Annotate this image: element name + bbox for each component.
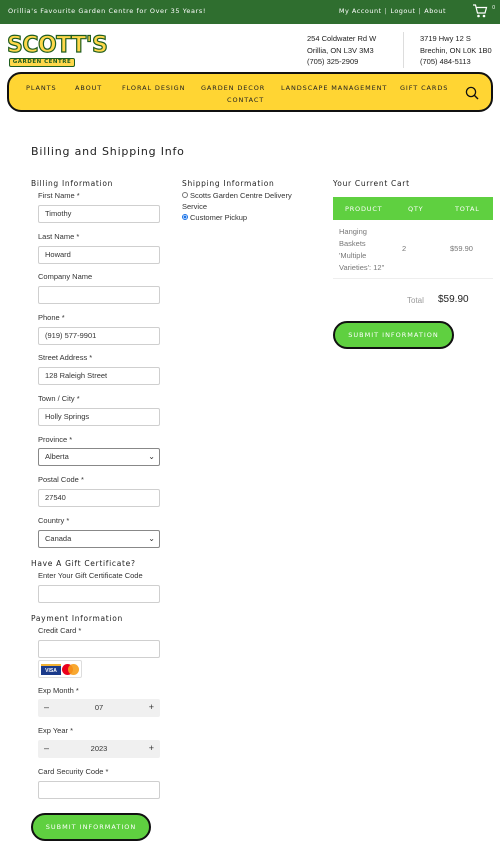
radio-button-selected[interactable] <box>182 214 188 220</box>
exp-year-value: 2023 <box>90 744 108 753</box>
submit-button-top[interactable]: SUBMIT INFORMATION <box>333 321 454 349</box>
nav-gift-cards[interactable]: GIFT CARDS <box>400 84 448 92</box>
logo-wordmark: SCOTT'S <box>6 33 108 58</box>
phone-label: Phone * <box>38 313 65 322</box>
cvv-input[interactable] <box>38 781 160 799</box>
location-orillia: 254 Coldwater Rd W Orillia, ON L3V 3M3 (… <box>307 33 376 68</box>
cart-count: 0 <box>492 5 495 11</box>
shipping-option-label: Scotts Garden Centre Delivery Service <box>182 191 292 211</box>
top-bar: Orillia's Favourite Garden Centre for Ov… <box>0 0 500 24</box>
first-name-input[interactable]: Timothy <box>38 205 160 223</box>
gift-heading: Have A Gift Certificate? <box>31 559 136 568</box>
page-title: Billing and Shipping Info <box>31 145 185 158</box>
address-divider <box>403 32 404 68</box>
nav-garden-decor[interactable]: GARDEN DECOR <box>201 84 265 92</box>
cart-total-value: $59.90 <box>438 294 469 305</box>
cart-item-qty: 2 <box>402 244 407 253</box>
nav-floral-design[interactable]: FLORAL DESIGN <box>122 84 185 92</box>
cart-total-label: Total <box>407 296 424 305</box>
last-name-label: Last Name * <box>38 232 80 241</box>
submit-button[interactable]: SUBMIT INFORMATION <box>31 813 151 841</box>
postal-input[interactable]: 27540 <box>38 489 160 507</box>
shipping-option-label: Customer Pickup <box>190 213 248 222</box>
last-name-input[interactable]: Howard <box>38 246 160 264</box>
location-phone[interactable]: (705) 484-5113 <box>420 56 492 68</box>
about-link[interactable]: About <box>424 7 446 15</box>
location-street: 254 Coldwater Rd W <box>307 34 377 43</box>
card-number-input[interactable] <box>38 640 160 658</box>
mastercard-icon-overlap <box>68 664 79 675</box>
province-select[interactable]: Alberta ⌄ <box>38 448 160 466</box>
payment-heading: Payment Information <box>31 614 123 623</box>
accepted-cards: VISA <box>38 660 82 678</box>
gift-label: Enter Your Gift Certificate Code <box>38 571 143 580</box>
exp-year-label: Exp Year * <box>38 726 74 735</box>
account-links: My Account | Logout | About <box>338 7 446 15</box>
col-product: PRODUCT <box>345 205 383 213</box>
first-name-label: First Name * <box>38 191 80 200</box>
increment-button[interactable]: + <box>149 743 154 753</box>
location-brechin: 3719 Hwy 12 S Brechin, ON L0K 1B0 (705) … <box>420 33 492 68</box>
company-input[interactable] <box>38 286 160 304</box>
phone-input[interactable]: (919) 577-9901 <box>38 327 160 345</box>
location-phone[interactable]: (705) 325-2909 <box>307 56 376 68</box>
city-input[interactable]: Holly Springs <box>38 408 160 426</box>
logo-subtitle: GARDEN CENTRE <box>9 58 75 67</box>
shipping-heading: Shipping Information <box>182 179 275 188</box>
cart-divider <box>333 278 493 279</box>
nav-landscape-management[interactable]: LANDSCAPE MANAGEMENT <box>281 84 387 92</box>
search-icon[interactable] <box>465 86 479 100</box>
cart-item-total: $59.90 <box>450 244 473 253</box>
street-label: Street Address * <box>38 353 93 362</box>
radio-button[interactable] <box>182 192 188 198</box>
nav-plants[interactable]: PLANTS <box>26 84 57 92</box>
city-label: Town / City * <box>38 394 80 403</box>
country-select[interactable]: Canada ⌄ <box>38 530 160 548</box>
location-street: 3719 Hwy 12 S <box>420 34 471 43</box>
postal-label: Postal Code * <box>38 475 84 484</box>
increment-button[interactable]: + <box>149 702 154 712</box>
logout-link[interactable]: Logout <box>390 7 415 15</box>
location-city: Orillia, ON L3V 3M3 <box>307 45 374 55</box>
street-input[interactable]: 128 Raleigh Street <box>38 367 160 385</box>
my-account-link[interactable]: My Account <box>339 7 382 15</box>
location-city: Brechin, ON L0K 1B0 <box>420 45 492 55</box>
province-label: Province * <box>38 435 73 444</box>
province-value: Alberta <box>45 452 69 461</box>
col-qty: QTY <box>408 205 424 213</box>
exp-year-stepper[interactable]: – 2023 + <box>38 740 160 758</box>
card-label: Credit Card * <box>38 626 82 635</box>
nav-contact[interactable]: CONTACT <box>227 96 264 104</box>
exp-month-label: Exp Month * <box>38 686 79 695</box>
gift-code-input[interactable] <box>38 585 160 603</box>
exp-month-stepper[interactable]: – 07 + <box>38 699 160 717</box>
shipping-option-pickup[interactable]: Customer Pickup <box>182 212 247 223</box>
cart-icon[interactable] <box>472 3 488 19</box>
cvv-label: Card Security Code * <box>38 767 109 776</box>
billing-heading: Billing Information <box>31 179 114 188</box>
cart-item-product: Hanging Baskets 'Multiple Varieties': 12… <box>339 227 385 272</box>
company-label: Company Name <box>38 272 93 281</box>
cart-table-header: PRODUCT QTY TOTAL <box>333 197 493 220</box>
site-logo[interactable]: SCOTT'S GARDEN CENTRE <box>6 32 108 70</box>
tagline: Orillia's Favourite Garden Centre for Ov… <box>8 7 207 15</box>
nav-about[interactable]: ABOUT <box>75 84 102 92</box>
main-nav: PLANTS ABOUT FLORAL DESIGN GARDEN DECOR … <box>7 72 493 112</box>
chevron-down-icon: ⌄ <box>148 452 155 461</box>
exp-month-value: 07 <box>94 703 104 712</box>
cart-heading: Your Current Cart <box>333 179 410 188</box>
col-total: TOTAL <box>455 205 480 213</box>
country-value: Canada <box>45 534 72 543</box>
country-label: Country * <box>38 516 70 525</box>
chevron-down-icon: ⌄ <box>148 534 155 543</box>
shipping-option-delivery[interactable]: Scotts Garden Centre Delivery Service <box>182 190 312 212</box>
visa-icon: VISA <box>41 664 61 675</box>
